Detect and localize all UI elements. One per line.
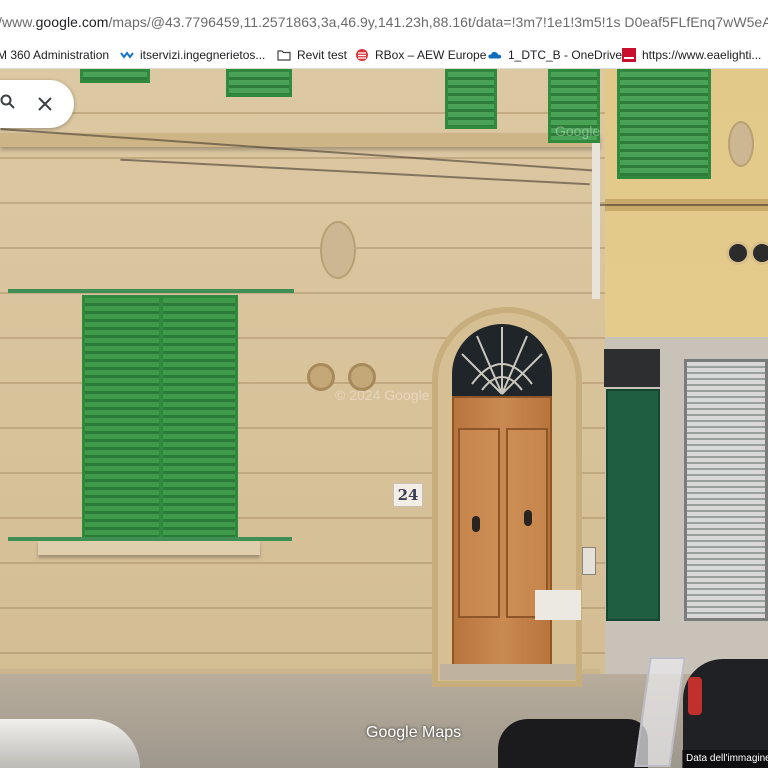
url-path: /maps/@43.7796459,11.2571863,3a,46.9y,14…	[108, 14, 768, 30]
wall-medallion	[728, 121, 754, 167]
upper-shutter	[80, 69, 150, 83]
tie-ring	[307, 363, 335, 391]
bookmark-m360[interactable]: M 360 Administration	[0, 48, 109, 62]
shutter-rail	[8, 537, 292, 541]
wall-medallion	[320, 221, 356, 279]
close-icon[interactable]	[36, 95, 54, 113]
wooden-front-door[interactable]	[452, 396, 552, 668]
address-bar[interactable]: /www.google.com/maps/@43.7796459,11.2571…	[0, 0, 768, 44]
neighbor-glass-door	[684, 359, 768, 621]
upper-shutter	[226, 69, 292, 97]
google-maps-logo: Google Maps	[366, 724, 462, 741]
door-knocker	[524, 510, 532, 526]
folder-icon	[277, 50, 291, 61]
neighbor-green-door	[606, 389, 660, 621]
rbox-logo-icon	[356, 49, 368, 61]
car-tail-light	[688, 677, 702, 715]
shutter-rail	[8, 289, 294, 293]
eae-logo-icon	[622, 48, 636, 62]
bookmark-label: https://www.eaelighti...	[642, 48, 762, 62]
google-watermark: Google	[555, 123, 601, 139]
bookmark-eaelighting[interactable]: https://www.eaelighti...	[622, 48, 761, 62]
google-watermark: © 2024 Google	[335, 387, 430, 403]
bookmark-rbox[interactable]: RBox – AEW Europe	[355, 48, 486, 62]
doorstep	[440, 664, 576, 680]
round-window	[750, 241, 768, 265]
window-shutter-left	[82, 295, 162, 549]
bookmark-label: RBox – AEW Europe	[375, 48, 487, 62]
overhead-cable	[600, 204, 768, 206]
parked-scooter	[498, 719, 648, 768]
bookmark-label: M 360 Administration	[0, 48, 110, 62]
bookmark-onedrive[interactable]: 1_DTC_B - OneDrive	[488, 48, 622, 62]
search-box-collapsed[interactable]	[0, 80, 74, 128]
bookmark-itservizi[interactable]: itservizi.ingegnerietos...	[120, 48, 265, 62]
bookmark-revit-test[interactable]: Revit test	[277, 48, 347, 62]
bookmark-label: 1_DTC_B - OneDrive	[508, 48, 623, 62]
window-sill	[38, 541, 260, 555]
bookmark-label: Revit test	[297, 48, 348, 62]
drain-pipe	[592, 129, 600, 299]
wave-logo-icon	[120, 51, 134, 59]
house-number-plate: 24	[393, 483, 423, 507]
door-knocker	[472, 516, 480, 532]
url-host: google.com	[35, 14, 109, 30]
image-attribution[interactable]: Data dell'immagine	[682, 750, 768, 768]
upper-shutter	[617, 69, 711, 179]
cloud-icon	[488, 51, 502, 59]
bookmark-label: itservizi.ingegnerietos...	[140, 48, 266, 62]
url-text[interactable]: /www.google.com/maps/@43.7796459,11.2571…	[0, 14, 768, 30]
search-icon[interactable]	[0, 94, 16, 110]
blurred-nameplate	[535, 590, 581, 620]
upper-shutter	[445, 69, 497, 129]
url-prefix: /www.	[0, 14, 36, 30]
neighbor-door-grille	[604, 349, 660, 387]
window-shutter-right	[160, 295, 238, 545]
round-window	[726, 241, 750, 265]
intercom-panel	[582, 547, 596, 575]
bookmarks-bar: M 360 Administration itservizi.ingegneri…	[0, 44, 768, 69]
street-view-panorama[interactable]: 24 Google © 2024 Google	[0, 69, 768, 768]
